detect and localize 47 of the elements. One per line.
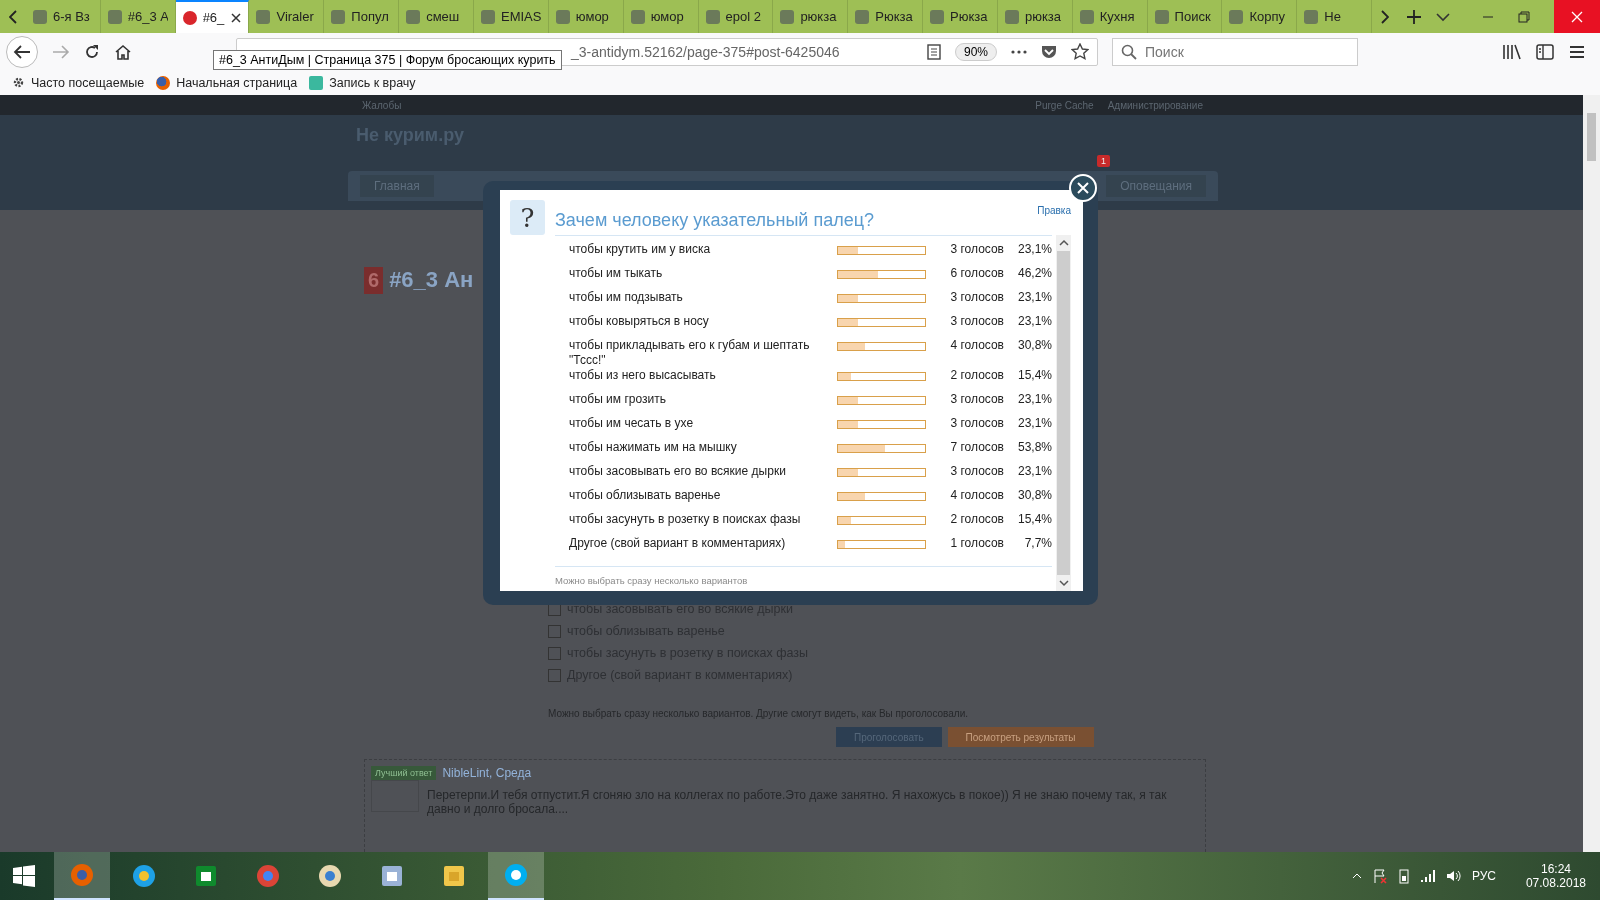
vote-count: 6 голосов	[949, 266, 1004, 281]
vote-percent: 23,1%	[1016, 290, 1052, 305]
poll-option-text: Другое (свой вариант в комментариях)	[569, 536, 787, 551]
thread-prefix-badge: 6	[364, 266, 384, 294]
vote-count: 2 голосов	[949, 368, 1004, 383]
vote-count: 3 голосов	[949, 416, 1004, 431]
vote-count: 3 голосов	[949, 314, 1004, 329]
poll-option-text: чтобы им тыкать	[569, 266, 664, 281]
thread-title: #6_3 Ан	[389, 267, 474, 293]
vote-percent: 46,2%	[1016, 266, 1052, 281]
vote-count: 3 голосов	[949, 242, 1004, 257]
poll-option-text: чтобы засовывать его во всякие дырки	[569, 464, 787, 479]
vote-percent: 30,8%	[1016, 488, 1052, 503]
vote-percent: 23,1%	[1016, 242, 1052, 257]
vote-percent: 23,1%	[1016, 392, 1052, 407]
vote-percent: 7,7%	[1023, 536, 1052, 551]
vote-count: 2 голосов	[949, 512, 1004, 527]
vote-count: 7 голосов	[949, 440, 1004, 455]
question-mark-icon: ?	[510, 200, 545, 235]
poll-option-text: чтобы из него высасывать	[569, 368, 717, 383]
vote-percent: 15,4%	[1016, 512, 1052, 527]
poll-option-text: чтобы им чесать в ухе	[569, 416, 695, 431]
tab-tooltip: #6_3 АнтиДым | Страница 375 | Форум бросающих курить	[213, 50, 562, 70]
vote-percent: 15,4%	[1016, 368, 1052, 383]
poll-option-text: чтобы им подзывать	[569, 290, 684, 305]
vote-percent: 23,1%	[1016, 314, 1052, 329]
vote-percent: 30,8%	[1016, 338, 1052, 353]
vote-count: 1 голосов	[949, 536, 1004, 551]
alert-count-badge: 1	[1097, 155, 1110, 167]
poll-option-text: чтобы облизывать варенье	[569, 488, 722, 503]
poll-option-text: чтобы засунуть в розетку в поисках фазы	[569, 512, 802, 527]
vote-count: 3 голосов	[949, 392, 1004, 407]
vote-percent: 53,8%	[1016, 440, 1052, 455]
poll-option-text: чтобы прикладывать его к губам и шептать "Тссс!"	[569, 338, 811, 368]
poll-hint: Можно выбрать сразу несколько вариантов	[555, 574, 749, 586]
poll-option-text: чтобы нажимать им на мышку	[569, 440, 738, 455]
best-answer-badge: Лучший ответ	[371, 766, 437, 780]
vote-percent: 23,1%	[1016, 464, 1052, 479]
poll-option-text: чтобы ковыряться в носу	[569, 314, 710, 329]
vote-count: 3 голосов	[949, 290, 1004, 305]
vote-count: 4 голосов	[949, 488, 1004, 503]
vote-count: 3 голосов	[949, 464, 1004, 479]
poll-option-text: чтобы им грозить	[569, 392, 667, 407]
vote-count: 4 голосов	[949, 338, 1004, 353]
poll-option-text: чтобы крутить им у виска	[569, 242, 712, 257]
poll-title: Зачем человеку указательный палец?	[555, 209, 876, 231]
vote-percent: 23,1%	[1016, 416, 1052, 431]
